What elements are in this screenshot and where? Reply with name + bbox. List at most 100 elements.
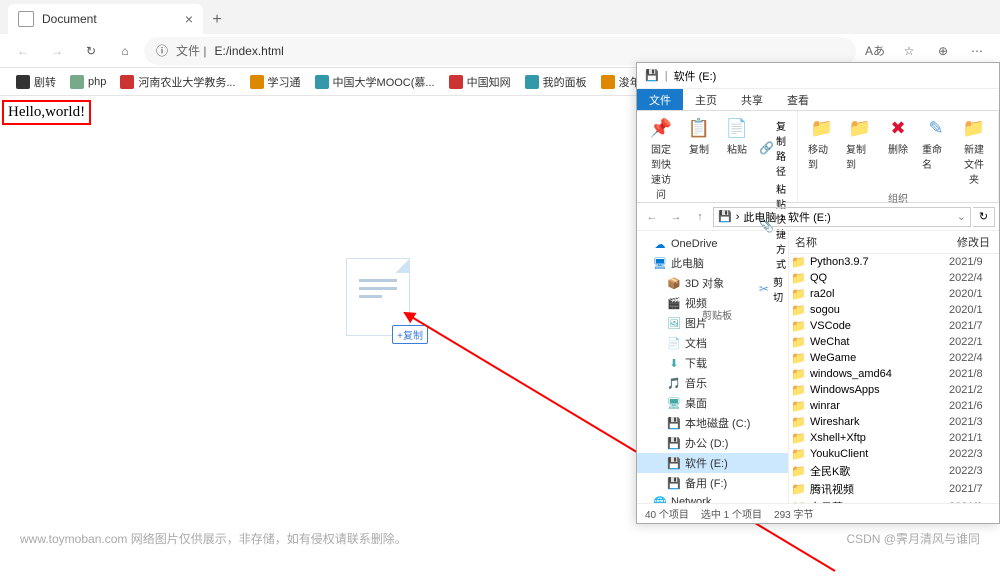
bookmark-item[interactable]: 我的面板 [519, 72, 593, 92]
paste-button[interactable]: 📄粘贴 [719, 115, 755, 158]
favorite-icon[interactable]: ☆ [894, 36, 924, 66]
pin-button[interactable]: 📌固定到快 速访问 [643, 115, 679, 203]
list-item[interactable]: 📁Python3.9.72021/9 [789, 254, 999, 270]
tree-item[interactable]: 🖼图片 [637, 313, 788, 333]
list-item[interactable]: 📁winrar2021/6 [789, 398, 999, 414]
bookmark-label: 河南农业大学教务... [138, 74, 235, 90]
breadcrumb[interactable]: 此电脑 [743, 209, 776, 225]
list-item[interactable]: 📁QQ2022/4 [789, 270, 999, 286]
tree-item[interactable]: 📦3D 对象 [637, 273, 788, 293]
extensions-icon[interactable]: ⋯ [962, 36, 992, 66]
file-name: Xshell+Xftp [810, 432, 866, 444]
explorer-address-bar: ← → ↑ 💾 › 此电脑 › 软件 (E:) ⌄ ↻ [637, 203, 999, 231]
bookmark-item[interactable]: 剧转 [10, 72, 62, 92]
tree-item[interactable]: 🎬视频 [637, 293, 788, 313]
delete-button[interactable]: ✖删除 [880, 115, 916, 158]
close-tab-icon[interactable]: × [185, 11, 193, 27]
bookmark-icon [70, 75, 84, 89]
browser-tab[interactable]: Document × [8, 4, 203, 34]
bookmark-icon [601, 75, 615, 89]
list-item[interactable]: 📁WeChat2022/1 [789, 334, 999, 350]
file-date: 2021/1 [949, 432, 997, 444]
info-icon: ⓘ [156, 42, 168, 59]
tree-item[interactable]: 💾本地磁盘 (C:) [637, 413, 788, 433]
copy-path-button[interactable]: 🔗复制路径 [757, 117, 791, 179]
rename-button[interactable]: ✎重命名 [918, 115, 954, 173]
breadcrumb[interactable]: 软件 (E:) [788, 209, 831, 225]
list-item[interactable]: 📁全民K歌2022/3 [789, 462, 999, 480]
explorer-tab[interactable]: 查看 [775, 89, 821, 110]
tree-label: 文档 [685, 335, 707, 351]
tree-label: 软件 (E:) [685, 455, 728, 471]
url-field[interactable]: ⓘ 文件 | E:/index.html [144, 37, 856, 65]
list-item[interactable]: 📁腾讯视频2021/7 [789, 480, 999, 498]
tab-title: Document [42, 12, 177, 26]
tree-item[interactable]: 🎵音乐 [637, 373, 788, 393]
new-folder-button[interactable]: 📁新建 文件夹 [956, 115, 992, 188]
tree-item[interactable]: 📄文档 [637, 333, 788, 353]
exp-up-button[interactable]: ↑ [689, 206, 711, 228]
drive-icon: 💾 [718, 210, 732, 223]
refresh-button[interactable]: ↻ [76, 36, 106, 66]
list-item[interactable]: 📁Xshell+Xftp2021/1 [789, 430, 999, 446]
reader-icon[interactable]: Aあ [860, 36, 890, 66]
back-button[interactable]: ← [8, 36, 38, 66]
copy-to-button[interactable]: 📁复制到 [842, 115, 878, 173]
file-name: windows_amd64 [810, 368, 892, 380]
exp-forward-button[interactable]: → [665, 206, 687, 228]
folder-icon: 📁 [791, 335, 806, 349]
exp-back-button[interactable]: ← [641, 206, 663, 228]
collections-icon[interactable]: ⊕ [928, 36, 958, 66]
chevron-down-icon[interactable]: ⌄ [957, 210, 966, 223]
exp-path-field[interactable]: 💾 › 此电脑 › 软件 (E:) ⌄ [713, 207, 971, 227]
bookmark-item[interactable]: 学习通 [244, 72, 307, 92]
copy-button[interactable]: 📋复制 [681, 115, 717, 158]
col-date[interactable]: 修改日 [951, 231, 999, 253]
selected-count: 选中 1 个项目 [701, 506, 762, 521]
list-item[interactable]: 📁VSCode2021/7 [789, 318, 999, 334]
list-item[interactable]: 📁Wireshark2021/3 [789, 414, 999, 430]
file-date: 2022/4 [949, 352, 997, 364]
tree-label: OneDrive [671, 238, 717, 250]
bookmark-label: 中国大学MOOC(慕... [333, 74, 435, 90]
tree-item[interactable]: ☁OneDrive [637, 235, 788, 253]
list-item[interactable]: 📁WeGame2022/4 [789, 350, 999, 366]
tree-item[interactable]: 💾软件 (E:) [637, 453, 788, 473]
rename-icon: ✎ [925, 117, 947, 139]
folder-icon: 📁 [791, 271, 806, 285]
explorer-tab[interactable]: 文件 [637, 89, 683, 110]
bookmark-item[interactable]: 中国大学MOOC(慕... [309, 72, 441, 92]
explorer-tab[interactable]: 主页 [683, 89, 729, 110]
move-to-button[interactable]: 📁移动到 [804, 115, 840, 173]
explorer-tab[interactable]: 共享 [729, 89, 775, 110]
col-name[interactable]: 名称 [789, 231, 951, 253]
list-item[interactable]: 📁WindowsApps2021/2 [789, 382, 999, 398]
tree-item[interactable]: ⬇下载 [637, 353, 788, 373]
home-button[interactable]: ⌂ [110, 36, 140, 66]
tree-item[interactable]: 💾备用 (F:) [637, 473, 788, 493]
list-item[interactable]: 📁YoukuClient2022/3 [789, 446, 999, 462]
bookmark-item[interactable]: 河南农业大学教务... [114, 72, 241, 92]
exp-refresh-button[interactable]: ↻ [973, 207, 995, 227]
list-item[interactable]: 📁windows_amd642021/8 [789, 366, 999, 382]
new-tab-button[interactable]: + [203, 6, 231, 34]
folder-icon: 📁 [791, 287, 806, 301]
tree-item[interactable]: 🖥此电脑 [637, 253, 788, 273]
tree-item[interactable]: 🌐Network [637, 493, 788, 503]
file-date: 2022/3 [949, 448, 997, 460]
tree-item[interactable]: 🖥桌面 [637, 393, 788, 413]
tree-item[interactable]: 💾办公 (D:) [637, 433, 788, 453]
list-item[interactable]: 📁sogou2020/1 [789, 302, 999, 318]
folder-icon: 📁 [791, 351, 806, 365]
list-item[interactable]: 📁ra2ol2020/1 [789, 286, 999, 302]
file-date: 2022/3 [949, 465, 997, 477]
explorer-titlebar[interactable]: 💾 | 软件 (E:) [637, 63, 999, 89]
forward-button[interactable]: → [42, 36, 72, 66]
tree-label: 桌面 [685, 395, 707, 411]
bookmark-icon [120, 75, 134, 89]
tree-label: 3D 对象 [685, 275, 724, 291]
bookmark-item[interactable]: 中国知网 [443, 72, 517, 92]
bookmark-item[interactable]: php [64, 73, 112, 91]
toolbar-right: Aあ ☆ ⊕ ⋯ [860, 36, 992, 66]
file-name: sogou [810, 304, 840, 316]
